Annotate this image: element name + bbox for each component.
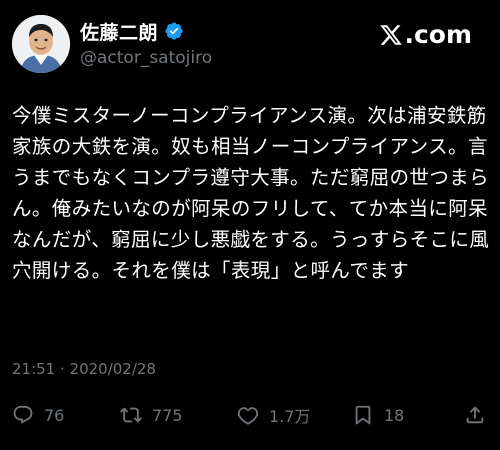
tweet-timestamp[interactable]: 21:51 · 2020/02/28 xyxy=(12,360,156,378)
bookmark-icon xyxy=(355,405,371,426)
display-name-row: 佐藤二朗 xyxy=(80,18,212,44)
author-names: 佐藤二朗 @actor_satojiro xyxy=(80,18,212,69)
brand-domain: .com xyxy=(404,20,472,49)
reply-count: 76 xyxy=(44,405,65,425)
tweet-card: 佐藤二朗 @actor_satojiro .com 今僕ミスターノーコンプライア… xyxy=(0,0,500,450)
tweet-text: 今僕ミスターノーコンプライアンス演。次は浦安鉄筋家族の大鉄を演。奴も相当ノーコン… xyxy=(12,104,490,282)
retweet-button[interactable]: 775 xyxy=(120,398,183,432)
share-icon xyxy=(466,406,484,424)
reply-button[interactable]: 76 xyxy=(12,398,64,432)
reply-icon xyxy=(13,405,33,424)
heart-icon xyxy=(237,407,259,425)
retweet-icon xyxy=(120,407,142,423)
share-button[interactable] xyxy=(464,398,486,432)
bookmark-button[interactable]: 18 xyxy=(352,398,404,432)
like-count: 1.7万 xyxy=(269,407,311,426)
verified-badge-icon xyxy=(164,21,184,41)
author-handle[interactable]: @actor_satojiro xyxy=(80,48,212,68)
bookmark-count: 18 xyxy=(384,405,405,425)
avatar-photo xyxy=(12,15,70,73)
x-logo-icon xyxy=(380,24,403,45)
display-name[interactable]: 佐藤二朗 xyxy=(80,18,158,45)
brand-logo: .com xyxy=(379,20,472,49)
tweet-header: 佐藤二朗 @actor_satojiro .com xyxy=(12,12,488,76)
retweet-count: 775 xyxy=(152,405,183,425)
like-button[interactable]: 1.7万 xyxy=(237,398,310,432)
tweet-actions: 76 775 1.7万 18 xyxy=(12,398,490,432)
avatar[interactable] xyxy=(12,15,70,73)
